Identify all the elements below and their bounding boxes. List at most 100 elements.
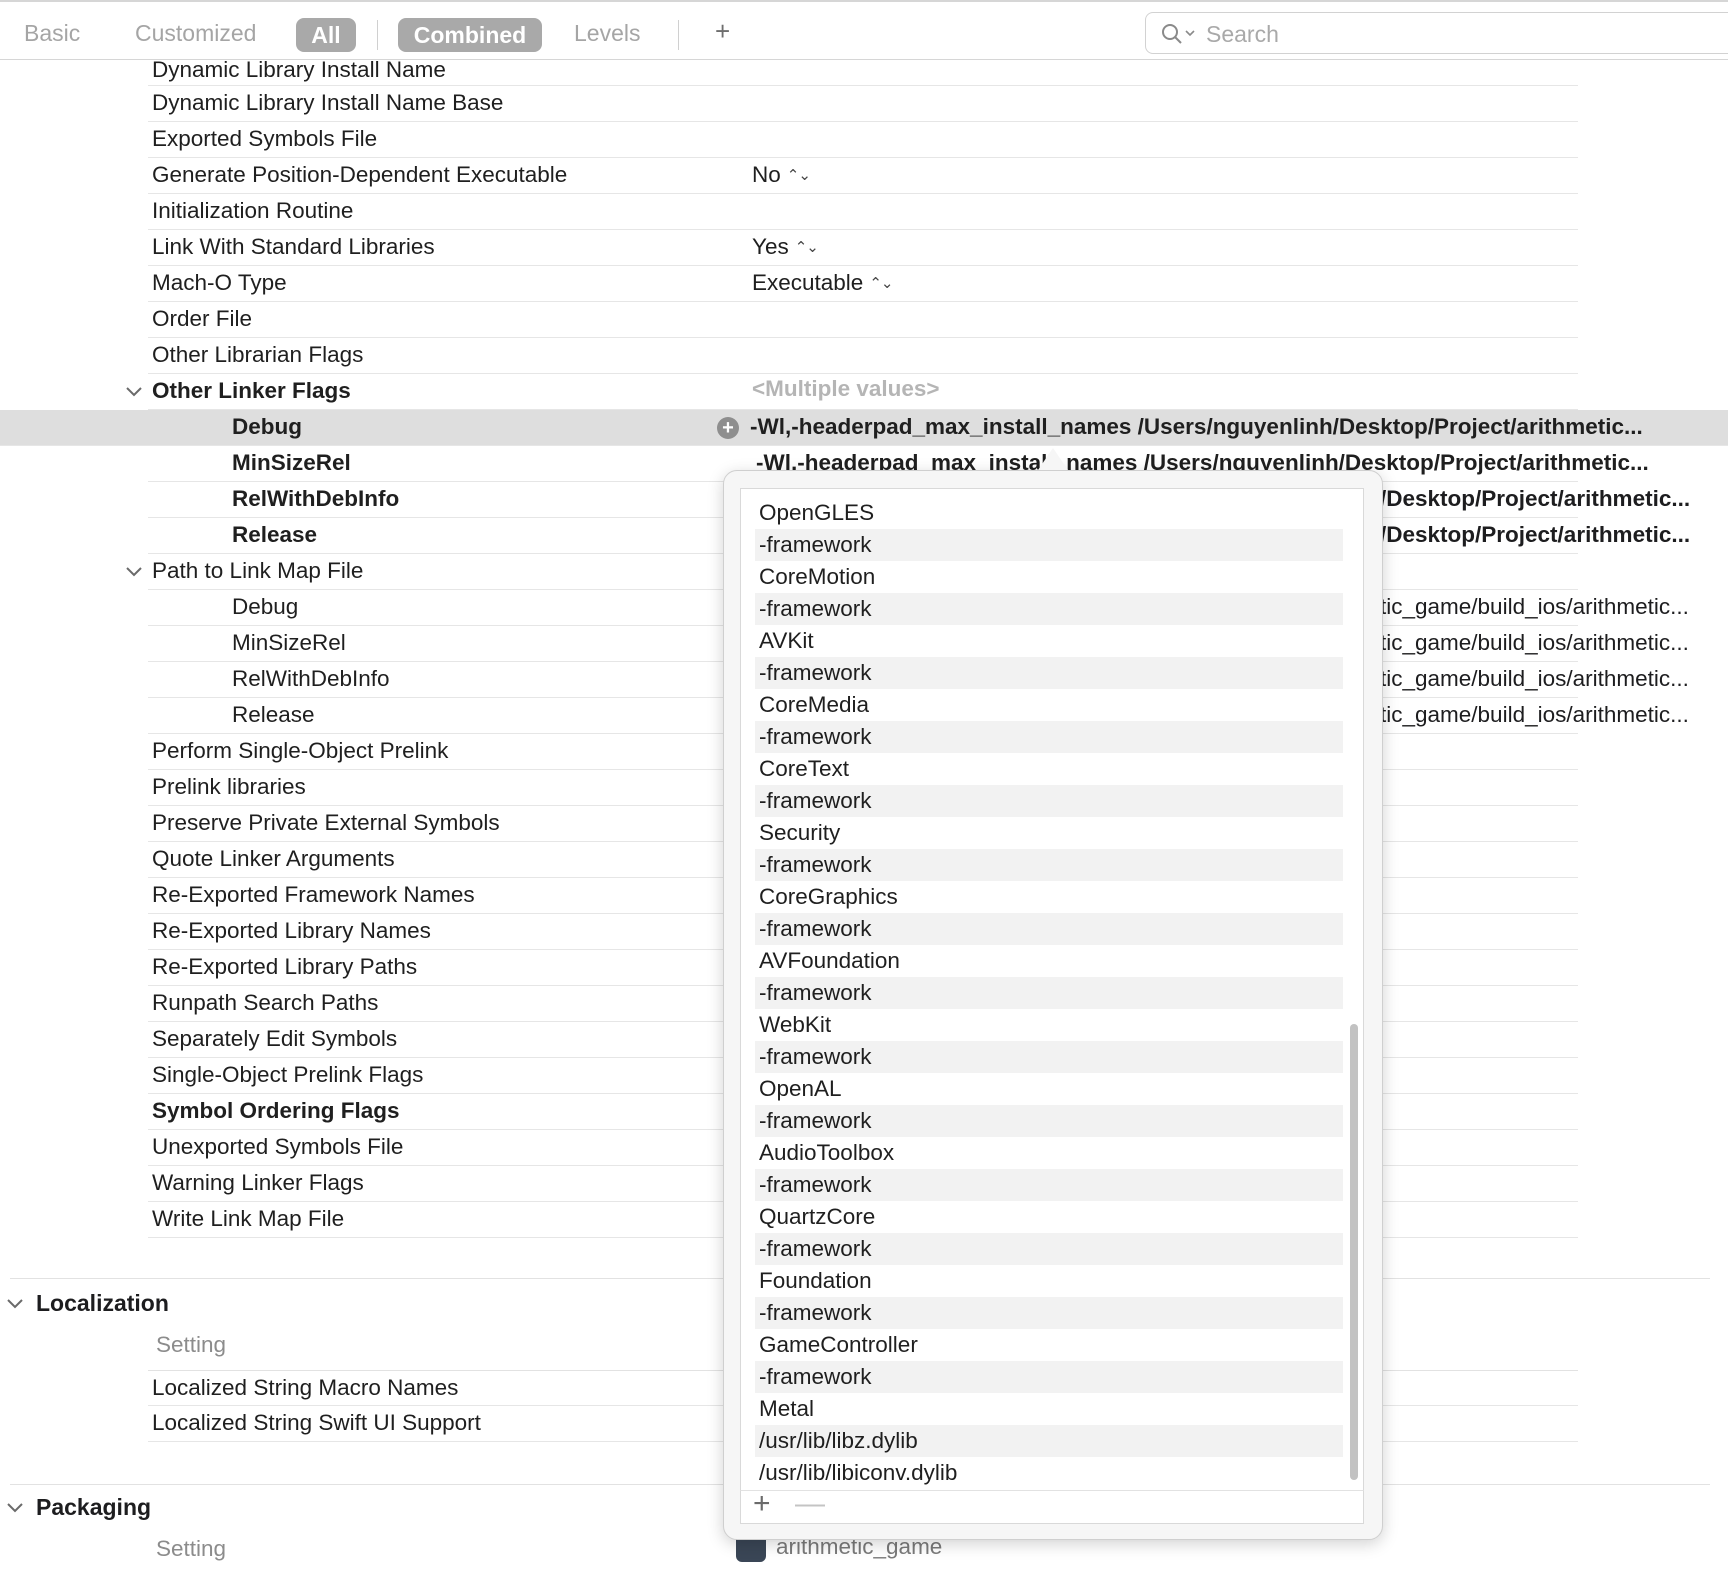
- list-item[interactable]: CoreMotion: [755, 561, 1343, 593]
- list-item[interactable]: QuartzCore: [755, 1201, 1343, 1233]
- list-item[interactable]: -framework: [755, 657, 1343, 689]
- section-chevron-down-icon[interactable]: [6, 1502, 24, 1514]
- setting-name: Re-Exported Library Names: [152, 918, 431, 943]
- list-item[interactable]: -framework: [755, 1233, 1343, 1265]
- list-item[interactable]: Metal: [755, 1393, 1343, 1425]
- setting-name: Exported Symbols File: [152, 126, 378, 151]
- list-item[interactable]: AVKit: [755, 625, 1343, 657]
- remove-item-button[interactable]: —: [795, 1487, 825, 1521]
- search-field[interactable]: Search: [1145, 12, 1728, 54]
- column-header-setting: Setting: [156, 1536, 227, 1561]
- list-item[interactable]: -framework: [755, 1361, 1343, 1393]
- setting-row[interactable]: Mach-O Type Executable ⌃⌄: [148, 266, 1578, 302]
- tab-combined[interactable]: Combined: [398, 18, 542, 52]
- list-item[interactable]: -framework: [755, 785, 1343, 817]
- setting-name: Path to Link Map File: [152, 558, 364, 583]
- search-input[interactable]: Search: [1206, 21, 1279, 48]
- updown-chevron-icon: ⌃⌄: [794, 239, 819, 256]
- setting-value: tic_game/build_ios/arithmetic...: [1380, 666, 1689, 691]
- add-condition-icon[interactable]: +: [717, 417, 739, 439]
- disclosure-chevron-down-icon[interactable]: [125, 566, 143, 578]
- tab-customized[interactable]: Customized: [135, 20, 256, 47]
- toolbar-divider: [678, 20, 679, 50]
- setting-row[interactable]: Order File: [148, 302, 1578, 338]
- section-chevron-down-icon[interactable]: [6, 1298, 24, 1310]
- list-item[interactable]: -framework: [755, 529, 1343, 561]
- setting-name: Other Librarian Flags: [152, 342, 364, 367]
- setting-name: Debug: [232, 594, 299, 619]
- setting-name: Order File: [152, 306, 253, 331]
- setting-name: Mach-O Type: [152, 270, 287, 295]
- list-item[interactable]: CoreMedia: [755, 689, 1343, 721]
- setting-value: /Desktop/Project/arithmetic...: [1380, 486, 1691, 511]
- list-item[interactable]: OpenAL: [755, 1073, 1343, 1105]
- setting-name: Debug: [232, 414, 302, 439]
- setting-value-popup[interactable]: Yes ⌃⌄: [752, 234, 819, 260]
- section-title-packaging: Packaging: [36, 1494, 152, 1520]
- disclosure-chevron-down-icon[interactable]: [125, 386, 143, 398]
- setting-value-popup[interactable]: Executable ⌃⌄: [752, 270, 893, 296]
- list-item[interactable]: -framework: [755, 1297, 1343, 1329]
- setting-row[interactable]: Initialization Routine: [148, 194, 1578, 230]
- list-item[interactable]: Foundation: [755, 1265, 1343, 1297]
- list-item[interactable]: AVFoundation: [755, 945, 1343, 977]
- tab-all[interactable]: All: [296, 18, 356, 52]
- setting-row[interactable]: Generate Position-Dependent Executable N…: [148, 158, 1578, 194]
- list-item[interactable]: AudioToolbox: [755, 1137, 1343, 1169]
- list-item[interactable]: CoreText: [755, 753, 1343, 785]
- tab-levels[interactable]: Levels: [574, 20, 640, 47]
- list-item[interactable]: -framework: [755, 977, 1343, 1009]
- setting-name: Preserve Private External Symbols: [152, 810, 500, 835]
- list-item[interactable]: /usr/lib/libiconv.dylib: [755, 1457, 1343, 1489]
- setting-value[interactable]: -Wl,-headerpad_max_install_names /Users/…: [750, 414, 1643, 440]
- setting-name: Warning Linker Flags: [152, 1170, 364, 1195]
- setting-name: Perform Single-Object Prelink: [152, 738, 449, 763]
- add-setting-button[interactable]: +: [715, 16, 730, 47]
- setting-row-debug-selected[interactable]: Debug + -Wl,-headerpad_max_install_names…: [0, 410, 1728, 446]
- list-item[interactable]: OpenGLES: [755, 497, 1343, 529]
- setting-value-popup[interactable]: No ⌃⌄: [752, 162, 811, 188]
- linker-flags-list[interactable]: OpenGLES -framework CoreMotion -framework AV…: [740, 488, 1364, 1491]
- list-item[interactable]: -framework: [755, 1169, 1343, 1201]
- list-item[interactable]: -framework: [755, 1105, 1343, 1137]
- setting-name: Dynamic Library Install Name Base: [152, 90, 504, 115]
- list-item[interactable]: -framework: [755, 593, 1343, 625]
- list-footer: + —: [740, 1487, 1364, 1524]
- setting-name: MinSizeRel: [232, 630, 346, 655]
- list-item[interactable]: -framework: [755, 721, 1343, 753]
- setting-name: Release: [232, 522, 318, 547]
- list-item[interactable]: Security: [755, 817, 1343, 849]
- setting-value: No: [752, 162, 781, 187]
- list-item[interactable]: -framework: [755, 913, 1343, 945]
- setting-row[interactable]: Dynamic Library Install Name: [148, 58, 1578, 86]
- setting-name: Unexported Symbols File: [152, 1134, 404, 1159]
- list-item[interactable]: -framework: [755, 849, 1343, 881]
- setting-row[interactable]: Exported Symbols File: [148, 122, 1578, 158]
- setting-name: Quote Linker Arguments: [152, 846, 395, 871]
- setting-value: tic_game/build_ios/arithmetic...: [1380, 630, 1689, 655]
- multiple-values-placeholder: <Multiple values>: [752, 376, 940, 401]
- setting-name: Separately Edit Symbols: [152, 1026, 398, 1051]
- setting-row-other-linker-flags[interactable]: Other Linker Flags <Multiple values>: [148, 374, 1578, 410]
- list-scrollbar[interactable]: [1350, 1024, 1358, 1480]
- list-item[interactable]: GameController: [755, 1329, 1343, 1361]
- setting-name: Re-Exported Framework Names: [152, 882, 475, 907]
- setting-name: Other Linker Flags: [152, 378, 351, 403]
- list-item[interactable]: WebKit: [755, 1009, 1343, 1041]
- list-item[interactable]: CoreGraphics: [755, 881, 1343, 913]
- setting-name: Re-Exported Library Paths: [152, 954, 418, 979]
- setting-name: Initialization Routine: [152, 198, 354, 223]
- toolbar: Basic Customized All Combined Levels + S…: [0, 0, 1728, 60]
- setting-row[interactable]: Dynamic Library Install Name Base: [148, 86, 1578, 122]
- tab-basic[interactable]: Basic: [24, 20, 80, 47]
- list-item[interactable]: -framework: [755, 1041, 1343, 1073]
- setting-row[interactable]: Link With Standard Libraries Yes ⌃⌄: [148, 230, 1578, 266]
- list-item[interactable]: /usr/lib/libz.dylib: [755, 1425, 1343, 1457]
- setting-name: Link With Standard Libraries: [152, 234, 435, 259]
- add-item-button[interactable]: +: [753, 1487, 771, 1521]
- updown-chevron-icon: ⌃⌄: [869, 275, 893, 292]
- column-header-setting: Setting: [156, 1332, 227, 1357]
- setting-name: Release: [232, 702, 315, 727]
- section-title-localization: Localization: [36, 1290, 169, 1316]
- setting-row[interactable]: Other Librarian Flags: [148, 338, 1578, 374]
